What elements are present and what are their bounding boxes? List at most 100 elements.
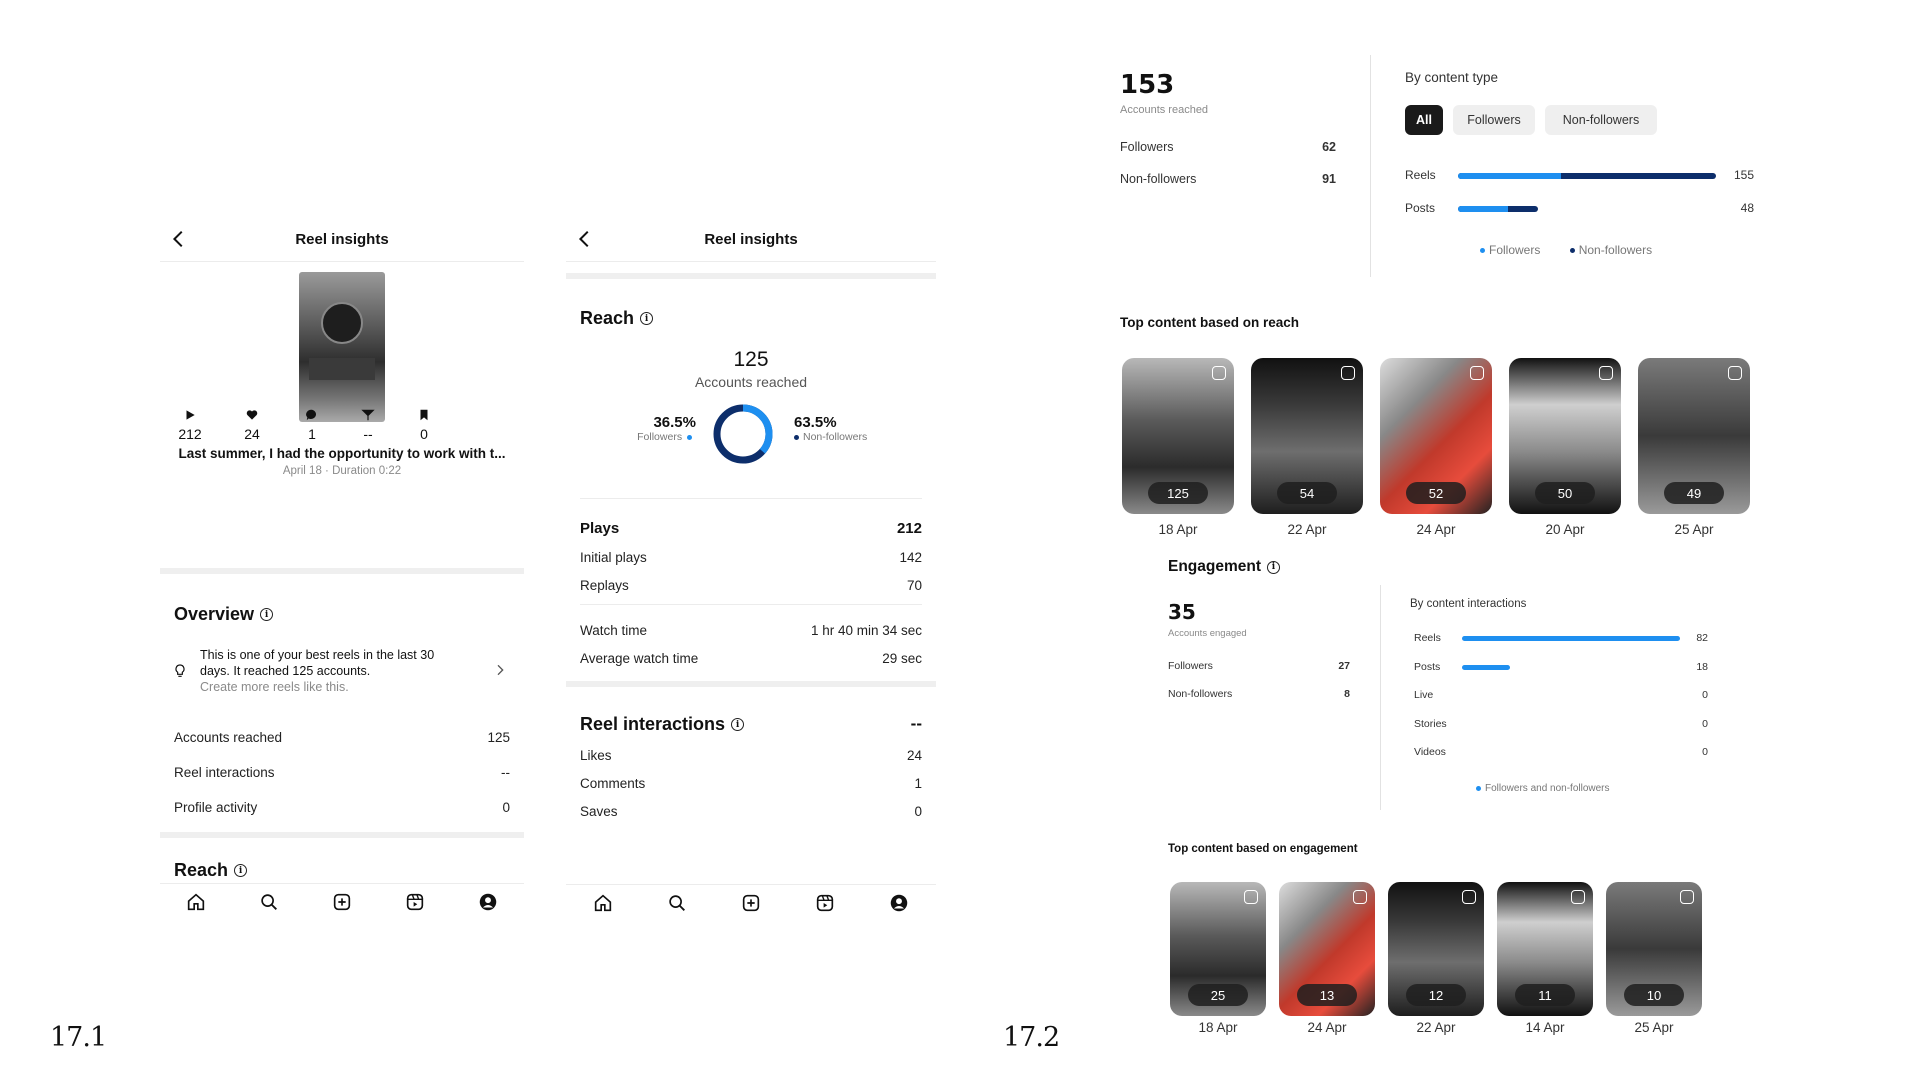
info-icon[interactable]: i	[260, 608, 274, 621]
search-icon[interactable]	[258, 891, 280, 913]
stat-value: 212	[178, 426, 202, 442]
stat-item: 1	[282, 408, 342, 442]
thumbnail-count: 10	[1624, 984, 1684, 1006]
engaged-followers-row: Followers 27	[1168, 660, 1350, 672]
stat-value: 0	[420, 426, 428, 442]
interaction-bar	[1462, 664, 1510, 670]
create-icon[interactable]	[331, 891, 353, 913]
play-icon	[186, 410, 195, 420]
reach-donut-chart	[713, 404, 773, 464]
reels-icon[interactable]	[814, 892, 836, 914]
home-icon[interactable]	[185, 891, 207, 913]
stat-value: --	[363, 426, 373, 442]
info-icon[interactable]: i	[640, 312, 654, 325]
profile-icon[interactable]	[477, 891, 499, 913]
engaged-total-label: Accounts engaged	[1168, 628, 1247, 639]
lightbulb-icon	[175, 664, 185, 677]
reel-thumbnail[interactable]	[299, 272, 385, 422]
reel-icon	[1470, 366, 1484, 380]
interaction-bar-label: Stories	[1414, 717, 1447, 730]
reels-icon[interactable]	[404, 891, 426, 913]
thumbnail-date: 22 Apr	[1416, 1020, 1456, 1035]
content-thumbnail[interactable]: 50	[1509, 358, 1621, 514]
stat-value: 1	[308, 426, 316, 442]
accounts-reached-row[interactable]: Accounts reached 125	[174, 730, 510, 745]
reach-legend: Followers Non-followers	[1480, 243, 1652, 257]
watch-time-row[interactable]: Watch time 1 hr 40 min 34 sec	[580, 623, 922, 638]
thumbnail-count: 49	[1664, 482, 1724, 504]
interaction-bar-value: 18	[1696, 660, 1708, 673]
insight-tip[interactable]: This is one of your best reels in the la…	[172, 648, 512, 698]
chevron-right-icon	[497, 664, 504, 676]
page-title: Reel insights	[704, 231, 798, 248]
thumbnail-date: 14 Apr	[1525, 1020, 1565, 1035]
thumbnail-count: 12	[1406, 984, 1466, 1006]
create-icon[interactable]	[740, 892, 762, 914]
thumbnail-count: 54	[1277, 482, 1337, 504]
thumbnail-date: 24 Apr	[1416, 522, 1456, 537]
thumbnail-date: 24 Apr	[1307, 1020, 1347, 1035]
filter-nonfollowers-pill[interactable]: Non-followers	[1545, 105, 1657, 135]
plays-row[interactable]: Plays 212	[580, 520, 922, 537]
content-thumbnail[interactable]: 54	[1251, 358, 1363, 514]
thumbnail-count: 13	[1297, 984, 1357, 1006]
stat-item: 212	[160, 408, 220, 442]
content-thumbnail[interactable]: 25	[1170, 882, 1266, 1016]
page-title: Reel insights	[295, 231, 389, 248]
replays-row[interactable]: Replays 70	[580, 578, 922, 593]
content-thumbnail[interactable]: 12	[1388, 882, 1484, 1016]
legend-followers: Followers	[1489, 243, 1541, 257]
search-icon[interactable]	[666, 892, 688, 914]
by-interactions-title: By content interactions	[1410, 598, 1527, 610]
info-icon[interactable]: i	[731, 718, 745, 731]
reel-icon	[1728, 366, 1742, 380]
reach-nonfollowers-row: Non-followers 91	[1120, 172, 1336, 186]
content-thumbnail[interactable]: 10	[1606, 882, 1702, 1016]
reel-interactions-title: Reel interactions i	[580, 714, 922, 735]
reel-insights-panel-1: Reel insights Last summer, I had the opp…	[160, 218, 524, 928]
followers-stat: 36.5% Followers	[637, 414, 696, 443]
info-icon[interactable]: i	[234, 864, 248, 877]
comments-row[interactable]: Comments 1	[580, 776, 922, 791]
reel-icon	[1599, 366, 1613, 380]
divider	[1370, 55, 1371, 277]
reel-icon	[1341, 366, 1355, 380]
reel-insights-panel-2: Reel insights Reach i 125 Accounts reach…	[566, 218, 936, 932]
type-bar-followers	[1458, 173, 1562, 179]
content-thumbnail[interactable]: 52	[1380, 358, 1492, 514]
interaction-bar-value: 82	[1696, 632, 1708, 644]
bottom-nav	[160, 883, 524, 919]
reel-icon	[1462, 890, 1476, 904]
avg-watch-time-row[interactable]: Average watch time 29 sec	[580, 651, 922, 666]
reel-meta: April 18 · Duration 0:22	[282, 465, 402, 477]
accounts-reached-label: Accounts reached	[694, 374, 808, 390]
initial-plays-row[interactable]: Initial plays 142	[580, 550, 922, 565]
interaction-bar-label: Live	[1414, 689, 1434, 701]
profile-icon[interactable]	[888, 892, 910, 914]
divider	[1380, 585, 1381, 810]
content-thumbnail[interactable]: 49	[1638, 358, 1750, 514]
info-icon[interactable]: i	[1267, 560, 1281, 574]
figure-label-left: 17.1	[50, 1022, 107, 1053]
by-content-type-title: By content type	[1405, 70, 1499, 85]
filter-all-pill[interactable]: All	[1405, 105, 1443, 135]
saves-row[interactable]: Saves 0	[580, 804, 922, 819]
likes-row[interactable]: Likes 24	[580, 748, 922, 763]
profile-activity-row[interactable]: Profile activity 0	[174, 800, 510, 815]
content-thumbnail[interactable]: 13	[1279, 882, 1375, 1016]
reel-interactions-row[interactable]: Reel interactions --	[174, 765, 510, 780]
tip-line-3: Create more reels like this.	[200, 680, 349, 694]
content-thumbnail[interactable]: 11	[1497, 882, 1593, 1016]
filter-followers-pill[interactable]: Followers	[1453, 105, 1535, 135]
legend-nonfollowers: Non-followers	[1578, 243, 1653, 257]
stat-item: 24	[222, 408, 282, 442]
reel-caption: Last summer, I had the opportunity to wo…	[178, 446, 506, 461]
engagement-title: Engagement i	[1168, 558, 1281, 576]
interaction-bar-label: Posts	[1414, 660, 1441, 673]
type-bar-value: 155	[1733, 168, 1754, 182]
interaction-bar	[1462, 636, 1680, 641]
home-icon[interactable]	[592, 892, 614, 914]
thumbnail-count: 125	[1148, 482, 1208, 504]
interaction-bar-value: 0	[1702, 746, 1708, 758]
content-thumbnail[interactable]: 125	[1122, 358, 1234, 514]
